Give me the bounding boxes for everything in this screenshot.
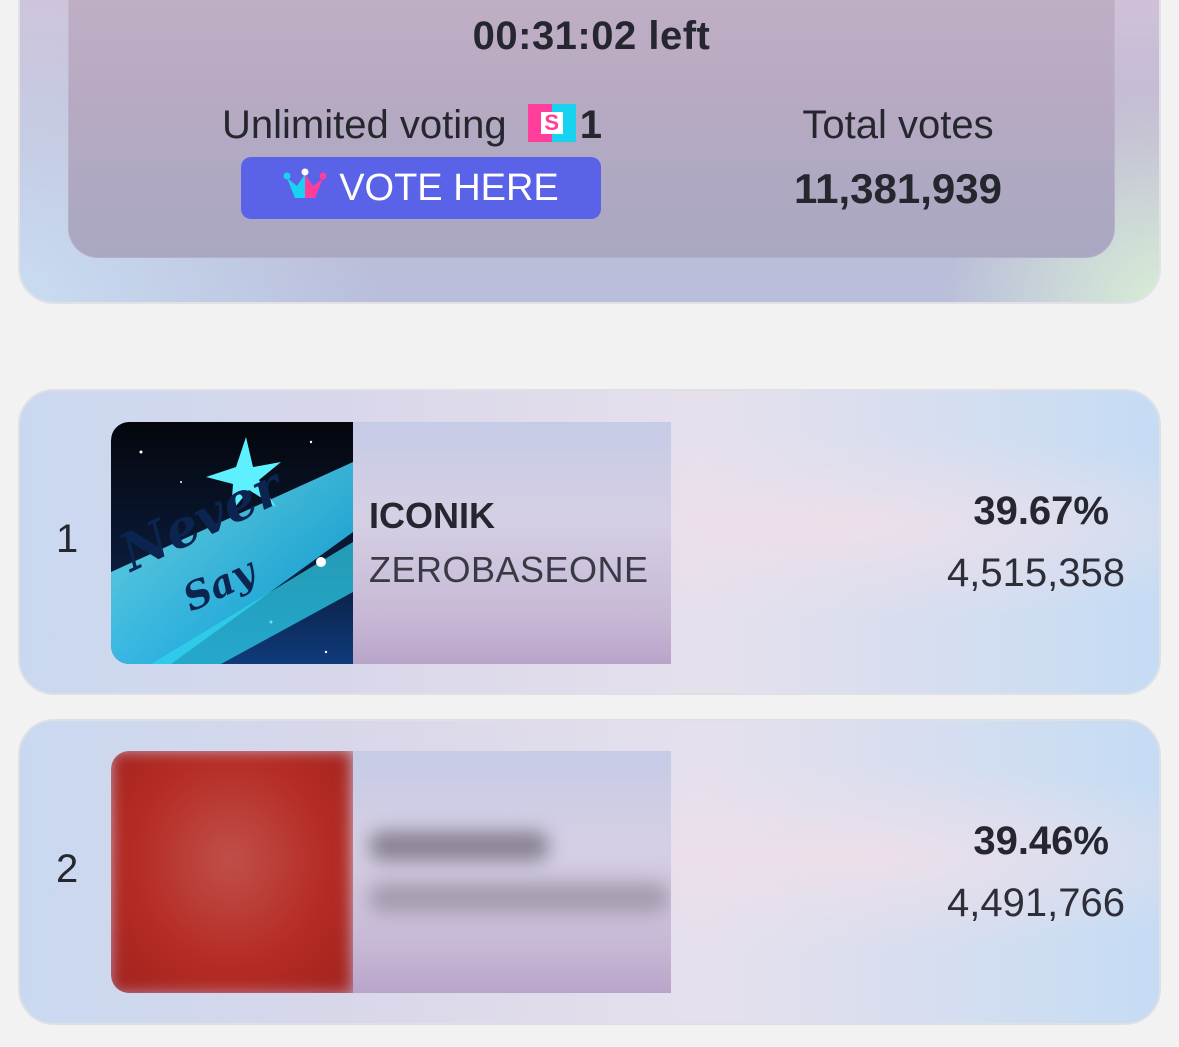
vote-count: 4,491,766 [947, 881, 1125, 925]
crown-icon [283, 168, 327, 198]
voting-summary-panel: 00:31:02 left Unlimited voting S 1 VOTE … [68, 0, 1115, 258]
total-votes-label: Total votes [802, 103, 994, 147]
artist-name: ZEROBASEONE [369, 549, 649, 590]
vote-count: 4,515,358 [947, 551, 1125, 595]
album-cover-icon: Never Say [111, 422, 353, 664]
unlimited-voting-label: Unlimited voting S 1 [222, 103, 602, 148]
blurred-artist-name [369, 883, 669, 913]
vote-percent: 39.67% [973, 489, 1109, 533]
voting-ticket-icon: S [527, 104, 576, 142]
ticket-glyph: S [540, 112, 563, 134]
blurred-song-title [369, 831, 549, 861]
unlimited-voting-text: Unlimited voting [222, 103, 507, 147]
total-votes-value: 11,381,939 [794, 165, 1002, 212]
voting-summary-card: 00:31:02 left Unlimited voting S 1 VOTE … [18, 0, 1161, 304]
ranking-item[interactable]: 1 Never Say ICONIK ZEROBASEONE 39.67% 4,… [18, 389, 1161, 695]
vote-here-label: VOTE HERE [339, 167, 559, 209]
rank-number: 1 [56, 517, 79, 561]
ranking-item[interactable]: 2 39.46% 4,491,766 [18, 719, 1161, 1025]
countdown-timer: 00:31:02 left [472, 14, 711, 58]
ticket-count: 1 [579, 103, 602, 147]
song-info-panel: Never Say ICONIK ZEROBASEONE [111, 422, 671, 664]
song-info-panel [111, 751, 671, 993]
rank-number: 2 [56, 847, 79, 891]
vote-here-button[interactable]: VOTE HERE [241, 157, 601, 219]
album-cover-icon [111, 751, 353, 993]
song-title: ICONIK [369, 495, 495, 536]
vote-percent: 39.46% [973, 819, 1109, 863]
